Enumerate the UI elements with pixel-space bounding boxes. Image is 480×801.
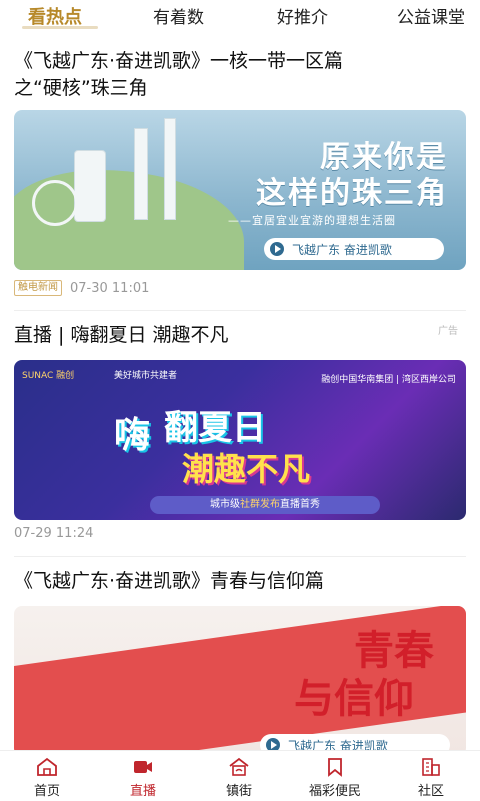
- nav-live[interactable]: 直播: [108, 757, 178, 799]
- divider: [14, 556, 466, 557]
- news-meta: 07-29 11:24: [14, 526, 93, 541]
- tower-shape: [164, 118, 176, 220]
- thumb-headline: 潮趣不凡: [182, 450, 311, 488]
- tab-offers[interactable]: 有着数: [153, 3, 204, 28]
- news-time: 07-30 11:01: [70, 280, 150, 296]
- home-icon: [37, 757, 57, 776]
- thumb-headline: 与信仰: [294, 675, 414, 722]
- thumb-subtitle: ——宜居宜业宜游的理想生活圈: [228, 214, 396, 227]
- news-title[interactable]: 《飞越广东·奋进凯歌》一核一带一区篇 之“硬核”珠三角: [14, 48, 466, 102]
- brand-slogan: 美好城市共建者: [114, 371, 178, 381]
- town-icon: [229, 757, 249, 776]
- news-card[interactable]: 直播 | 嗨翻夏日 潮趣不凡 SUNAC 融创 美好城市共建者 融创中国华南集团…: [14, 322, 466, 541]
- active-tab-indicator: [22, 26, 98, 29]
- bottom-nav: 首页 直播 镇街 福彩便民 社区: [0, 750, 480, 801]
- news-feed[interactable]: 《飞越广东·奋进凯歌》一核一带一区篇 之“硬核”珠三角 原来你是 这样的珠三角 …: [0, 30, 480, 750]
- news-title[interactable]: 直播 | 嗨翻夏日 潮趣不凡: [14, 322, 466, 349]
- thumb-headline: 翻夏日: [164, 408, 266, 448]
- tab-public-class[interactable]: 公益课堂: [397, 3, 465, 28]
- live-camera-icon: [134, 761, 152, 773]
- brand-company: 融创中国华南集团 | 湾区西岸公司: [321, 375, 456, 385]
- thumb-banner: 城市级社群发布直播首秀: [150, 496, 380, 514]
- thumb-heading: 这样的珠三角: [256, 176, 448, 211]
- thumb-pill: 飞越广东 奋进凯歌: [264, 238, 444, 260]
- news-card[interactable]: 《飞越广东·奋进凯歌》青春与信仰篇 青春 与信仰 飞越广东 奋进凯歌: [14, 568, 466, 750]
- ad-label: 广告: [438, 326, 458, 337]
- tab-recommend[interactable]: 好推介: [277, 3, 328, 28]
- play-icon: [266, 738, 280, 750]
- nav-lottery-service[interactable]: 福彩便民: [300, 757, 370, 799]
- news-title[interactable]: 《飞越广东·奋进凯歌》青春与信仰篇: [14, 568, 466, 595]
- thumb-pill: 飞越广东 奋进凯歌: [260, 734, 450, 750]
- brand-logo: SUNAC 融创: [22, 371, 75, 381]
- tower-shape: [134, 128, 148, 220]
- play-icon: [270, 242, 284, 256]
- community-icon: [422, 758, 440, 776]
- news-card[interactable]: 《飞越广东·奋进凯歌》一核一带一区篇 之“硬核”珠三角 原来你是 这样的珠三角 …: [14, 48, 466, 296]
- news-thumbnail[interactable]: 原来你是 这样的珠三角 ——宜居宜业宜游的理想生活圈 飞越广东 奋进凯歌: [14, 110, 466, 270]
- news-thumbnail[interactable]: SUNAC 融创 美好城市共建者 融创中国华南集团 | 湾区西岸公司 嗨 翻夏日…: [14, 360, 466, 520]
- news-time: 07-29 11:24: [14, 526, 94, 541]
- divider: [14, 310, 466, 311]
- bookmark-icon: [328, 758, 342, 777]
- top-tab-bar: 看热点 有着数 好推介 公益课堂: [0, 0, 480, 30]
- building-shape: [74, 150, 106, 222]
- news-thumbnail[interactable]: 青春 与信仰 飞越广东 奋进凯歌: [14, 606, 466, 750]
- source-badge: 触电新闻: [14, 280, 62, 296]
- ferris-wheel-shape: [32, 180, 78, 226]
- news-meta: 触电新闻 07-30 11:01: [14, 280, 149, 296]
- nav-community[interactable]: 社区: [396, 757, 466, 799]
- thumb-headline: 嗨: [114, 415, 151, 456]
- nav-home[interactable]: 首页: [12, 757, 82, 799]
- nav-town[interactable]: 镇街: [204, 757, 274, 799]
